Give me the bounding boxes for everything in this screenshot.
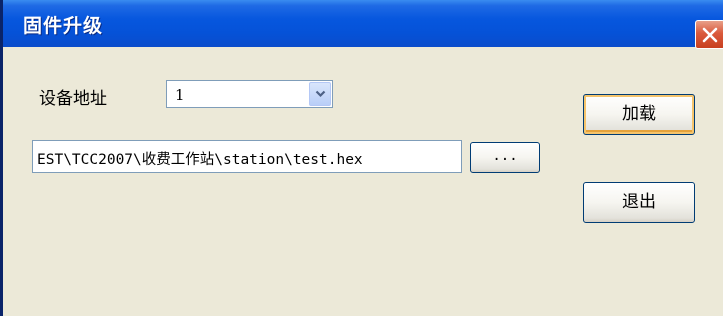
close-icon [702,27,718,43]
window-title: 固件升级 [23,15,104,37]
exit-button[interactable]: 退出 [583,182,695,223]
device-address-label: 设备地址 [39,89,107,109]
title-bar[interactable]: 固件升级 [3,0,723,49]
file-path-value: EST\TCC2007\收费工作站\station\test.hex [37,152,363,168]
device-address-value: 1 [175,86,185,104]
dropdown-arrow-button[interactable] [309,82,331,106]
file-path-input[interactable]: EST\TCC2007\收费工作站\station\test.hex [32,140,462,173]
close-button[interactable] [695,20,723,49]
load-button[interactable]: 加载 [583,94,695,135]
firmware-upgrade-dialog: 固件升级 设备地址 1 EST\TCC2007\收费工作站\station\te… [0,0,723,316]
browse-button[interactable]: ... [470,142,540,173]
chevron-down-icon [315,90,326,98]
device-address-select[interactable]: 1 [166,80,333,108]
